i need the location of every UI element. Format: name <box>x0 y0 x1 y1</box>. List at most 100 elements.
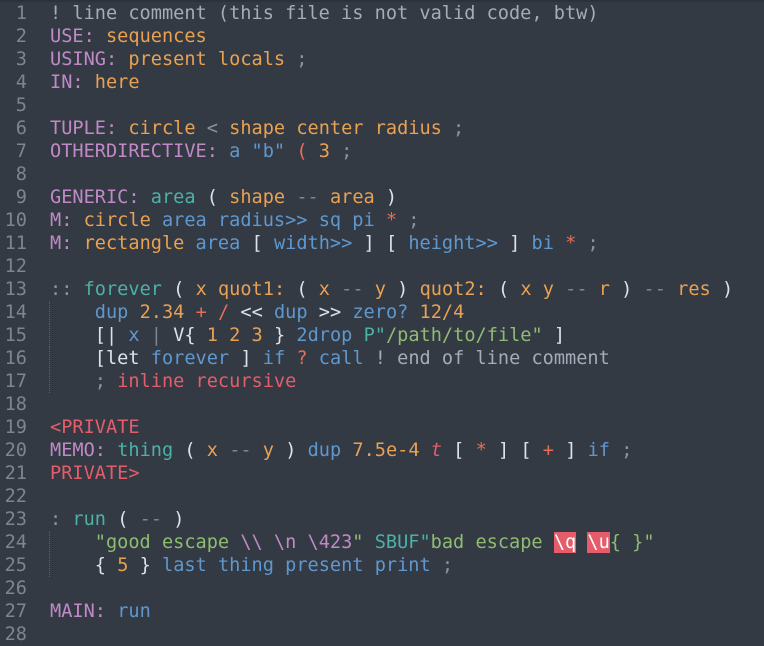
code-line[interactable]: 1 ! line comment (this file is not valid … <box>0 2 764 25</box>
token-op: ? <box>296 348 308 369</box>
token-string <box>296 532 307 553</box>
token-word: width>> <box>273 233 353 254</box>
line-code: [let forever ] if ? call ! end of line c… <box>50 347 610 370</box>
token-defname: forever <box>83 279 162 300</box>
line-code: IN: here <box>50 71 140 94</box>
token-punct: ( <box>296 279 308 300</box>
token-dashes: -- <box>296 187 319 208</box>
line-number: 9 <box>15 187 27 208</box>
token-word: "b" <box>251 141 286 162</box>
code-line[interactable]: 19 <PRIVATE <box>0 416 764 439</box>
token-number: 7.5e-4 <box>352 440 420 461</box>
code-editor[interactable]: 1 ! line comment (this file is not valid … <box>0 2 764 646</box>
line-code: MAIN: run <box>50 600 151 623</box>
code-line[interactable]: 11 M: rectangle area [ width>> ] [ height… <box>0 232 764 255</box>
code-line[interactable]: 23: run ( -- ) <box>0 508 764 531</box>
token-op: ( <box>296 141 308 162</box>
code-line[interactable]: 8 <box>0 163 764 186</box>
code-line[interactable]: 21 PRIVATE> <box>0 462 764 485</box>
token-punct: ) <box>397 279 409 300</box>
token-word: last thing present print <box>162 555 431 576</box>
line-code: GENERIC: area ( shape -- area ) <box>50 186 397 209</box>
code-line[interactable]: 28 <box>0 623 764 646</box>
line-code: MEMO: thing ( x -- y ) dup 7.5e-4 t [ * … <box>50 439 632 462</box>
token-number: 12/4 <box>419 302 465 323</box>
token-stack: x <box>318 279 330 300</box>
line-code: ! line comment (this file is not valid c… <box>50 2 599 25</box>
token-number: 3 <box>318 141 330 162</box>
token-stack: quot2: <box>419 279 487 300</box>
code-line[interactable]: 3 USING: present locals ; <box>0 48 764 71</box>
token-stack: r <box>598 279 610 300</box>
code-line[interactable]: 27 MAIN: run <box>0 600 764 623</box>
line-number: 1 <box>15 3 27 24</box>
line-number: 13 <box>4 279 27 300</box>
code-line[interactable]: 14 dup 2.34 + / << dup >> zero? 12/4 <box>0 301 764 324</box>
token-punct: [ <box>385 233 398 254</box>
code-line[interactable]: 5 <box>0 94 764 117</box>
token-keyword: inline recursive <box>117 371 297 392</box>
line-code: { 5 } last thing present print ; <box>50 554 453 577</box>
token-word: x <box>128 325 140 346</box>
code-line[interactable]: 16 [let forever ] if ? call ! end of lin… <box>0 347 764 370</box>
code-line[interactable]: 15 [| x | V{ 1 2 3 } 2drop P"/path/to/fi… <box>0 324 764 347</box>
code-line[interactable]: 22 <box>0 485 764 508</box>
line-number: 2 <box>15 26 27 47</box>
code-line[interactable]: 24 "good escape \\ \n \423" SBUF"bad esc… <box>0 531 764 554</box>
token-directive: M: <box>50 233 73 254</box>
code-line[interactable]: 12 <box>0 255 764 278</box>
token-dashes: -- <box>643 279 666 300</box>
line-code: PRIVATE> <box>50 462 140 485</box>
code-line[interactable]: 2 USE: sequences <box>0 25 764 48</box>
line-code: <PRIVATE <box>50 416 140 439</box>
token-word: area <box>195 233 241 254</box>
code-line[interactable]: 10 M: circle area radius>> sq pi * ; <box>0 209 764 232</box>
line-code: :: forever ( x quot1: ( x -- y ) quot2: … <box>50 278 733 301</box>
line-number: 18 <box>4 394 27 415</box>
code-line[interactable]: 9 GENERIC: area ( shape -- area ) <box>0 186 764 209</box>
code-line[interactable]: 7 OTHERDIRECTIVE: a "b" ( 3 ; <box>0 140 764 163</box>
token-stack: y <box>374 279 386 300</box>
line-number: 8 <box>15 164 27 185</box>
token-dashes: -- <box>565 279 588 300</box>
code-line[interactable]: 18 <box>0 393 764 416</box>
code-line[interactable]: 26 <box>0 577 764 600</box>
code-line[interactable]: 25 { 5 } last thing present print ; <box>0 554 764 577</box>
line-number: 16 <box>4 348 27 369</box>
code-line[interactable]: 13:: forever ( x quot1: ( x -- y ) quot2… <box>0 278 764 301</box>
token-punct: ( <box>173 279 185 300</box>
token-vocab: here <box>94 72 140 93</box>
code-line[interactable]: 6 TUPLE: circle < shape center radius ; <box>0 117 764 140</box>
line-code: : run ( -- ) <box>50 508 184 531</box>
code-line[interactable]: 17 ; inline recursive <box>0 370 764 393</box>
line-number: 27 <box>4 601 27 622</box>
code-line[interactable]: 20 MEMO: thing ( x -- y ) dup 7.5e-4 t [ … <box>0 439 764 462</box>
code-line[interactable]: 4 IN: here <box>0 71 764 94</box>
token-word: dup <box>273 302 308 323</box>
token-dim: ; <box>430 555 454 576</box>
token-word: 2drop <box>296 325 353 346</box>
line-code: M: rectangle area [ width>> ] [ height>>… <box>50 232 599 255</box>
